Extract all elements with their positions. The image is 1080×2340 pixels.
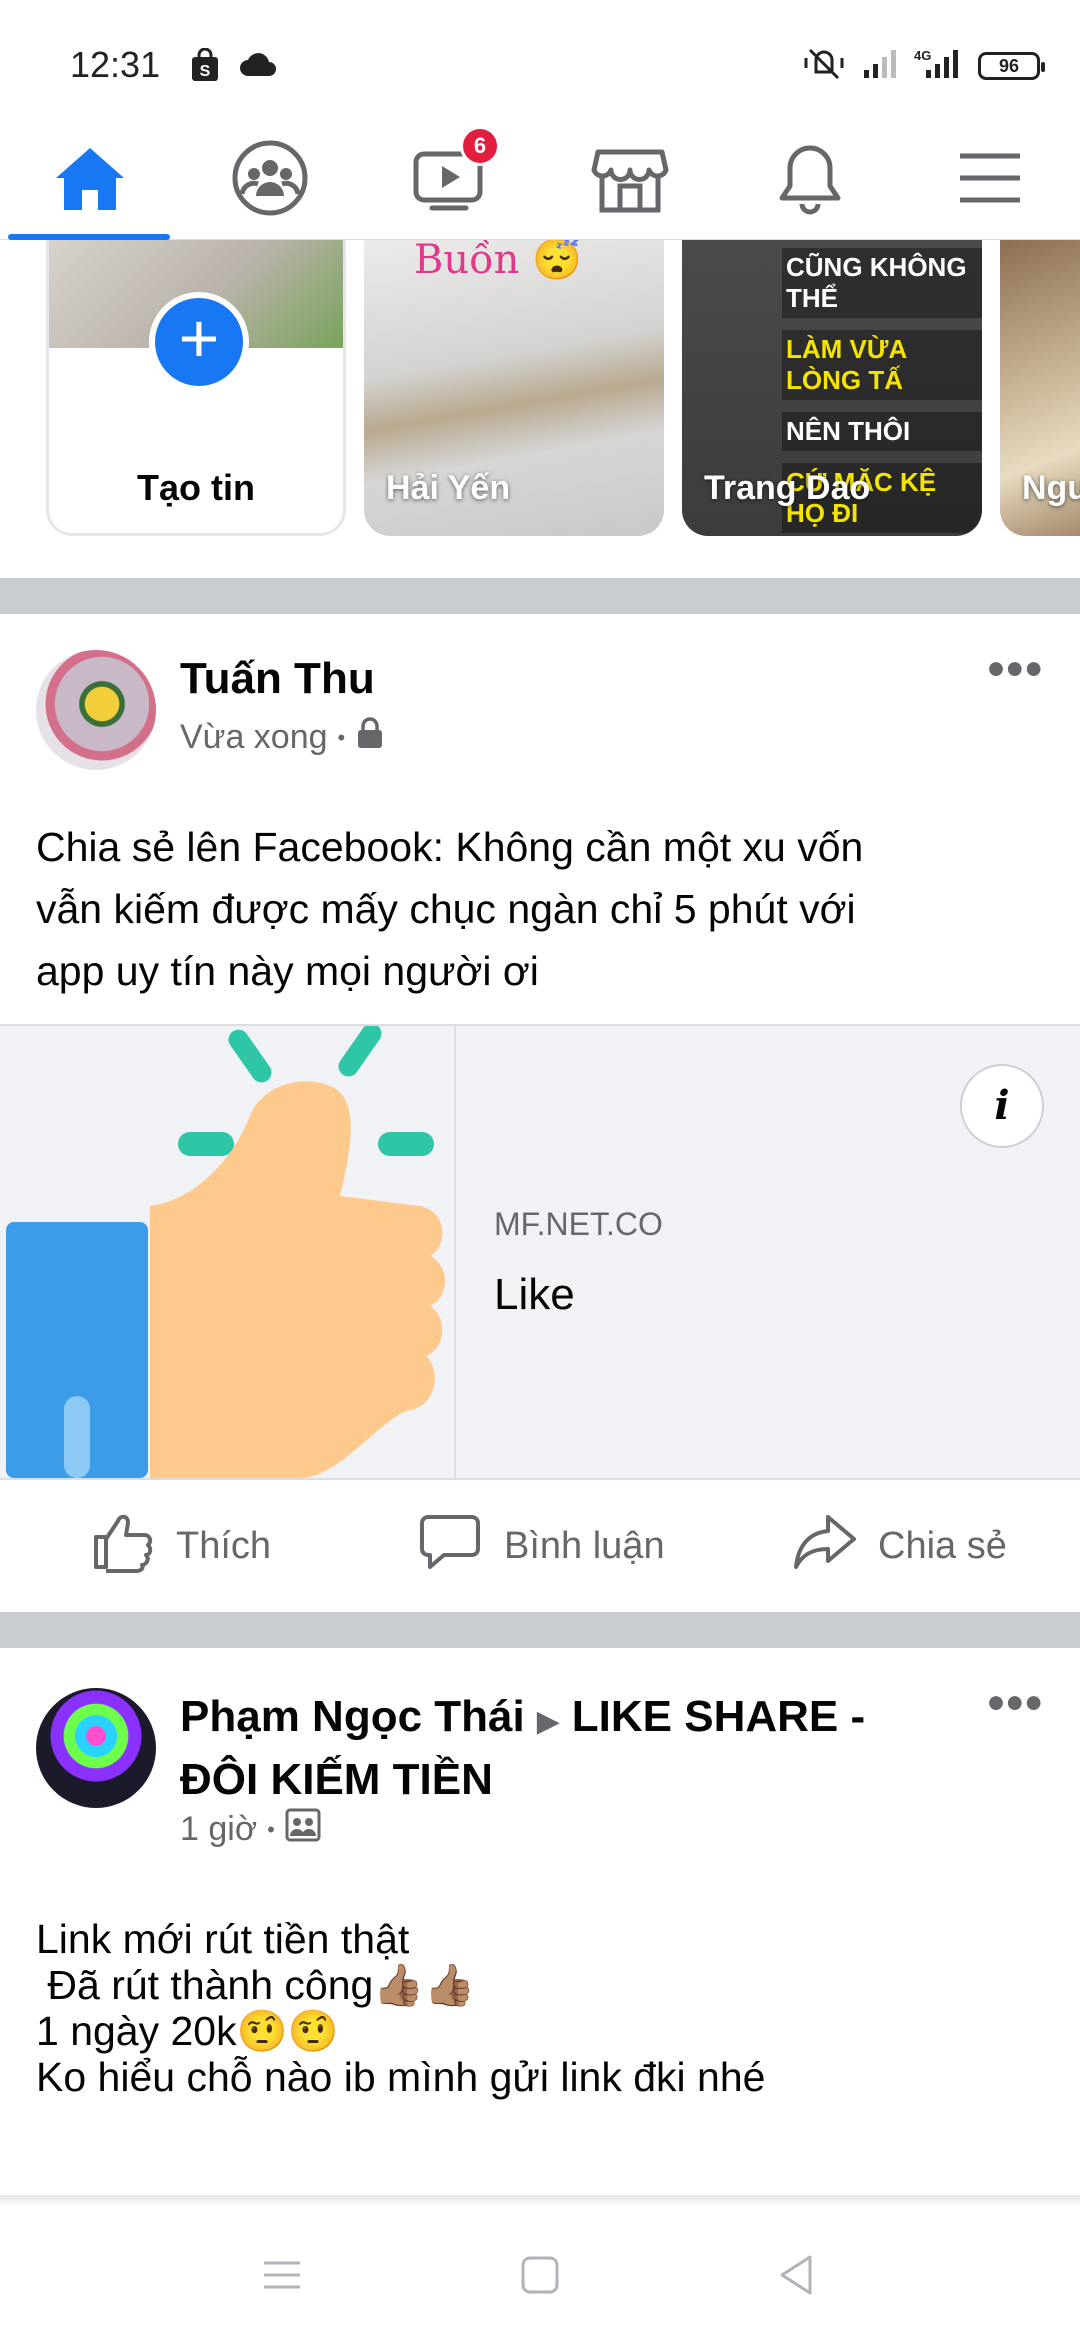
nav-groups[interactable] (180, 120, 360, 240)
story-card[interactable]: Buồn 😴 Hải Yến (364, 240, 664, 536)
post-text-line: vẫn kiếm được mấy chục ngàn chỉ 5 phút v… (36, 886, 856, 932)
story-author-name: Hải Yến (386, 469, 511, 507)
svg-text:S: S (200, 63, 211, 80)
recents-icon[interactable] (252, 2245, 312, 2305)
comment-icon (418, 1509, 482, 1583)
thumbs-up-illustration (6, 1026, 445, 1478)
signal-icon (862, 48, 898, 83)
cloud-icon (238, 52, 278, 83)
post-text-line: Đã rút thành công👍🏽👍🏽 (36, 1962, 476, 2008)
nav-menu[interactable] (900, 120, 1080, 240)
group-name-line2[interactable]: ĐÔI KIẾM TIỀN (180, 1755, 493, 1804)
post-time[interactable]: Vừa xong (180, 718, 328, 757)
post-header: Phạm Ngọc Thái ▶ LIKE SHARE - ĐÔI KIẾM TIỀ… (180, 1688, 1010, 1809)
comment-button[interactable]: Bình luận (418, 1480, 665, 1612)
status-bar: 12:31 S 4G 96 (0, 0, 1080, 120)
groups-icon (230, 138, 310, 223)
post-meta: Vừa xong • (180, 716, 385, 759)
post-text: Link mới rút tiền thật Đã rút thành công… (36, 1916, 1046, 2100)
post-text-line: Link mới rút tiền thật (36, 1916, 410, 1962)
watch-badge: 6 (460, 126, 500, 166)
marketplace-icon (590, 138, 670, 223)
like-button[interactable]: Thích (90, 1480, 271, 1612)
back-icon[interactable] (766, 2245, 826, 2305)
avatar[interactable] (36, 1688, 156, 1808)
status-time: 12:31 (70, 44, 161, 85)
post-text-line: Ko hiểu chỗ nào ib mình gửi link đki nhé (36, 2054, 766, 2100)
nav-home[interactable] (0, 120, 180, 240)
post-more-button[interactable]: ••• (988, 642, 1044, 697)
mute-vibrate-icon (802, 46, 846, 85)
story-caption: Buồn 😴 (414, 240, 582, 283)
feed-post: Phạm Ngọc Thái ▶ LIKE SHARE - ĐÔI KIẾM TIỀ… (0, 1648, 1080, 2195)
stories-tray: + Tạo tin Buồn 😴 Hải Yến CŨNG KHÔNG THỂ … (0, 240, 1080, 578)
nav-marketplace[interactable] (540, 120, 720, 240)
nav-watch[interactable]: 6 (360, 120, 540, 240)
share-label: Chia sẻ (878, 1524, 1007, 1567)
notifications-icon (770, 138, 850, 223)
post-actions: Thích Bình luận Chia sẻ (0, 1480, 1080, 1612)
story-meme-line: NÊN THÔI (782, 412, 982, 451)
story-meme-line: CŨNG KHÔNG THỂ (782, 248, 982, 318)
link-thumbnail (0, 1026, 456, 1478)
post-text-line: Chia sẻ lên Facebook: Không cần một xu v… (36, 824, 864, 870)
post-text: Chia sẻ lên Facebook: Không cần một xu v… (36, 816, 1046, 1002)
4g-signal-icon: 4G (914, 46, 962, 85)
group-privacy-icon (285, 1808, 321, 1851)
post-time[interactable]: 1 giờ (180, 1810, 257, 1849)
home-square-icon[interactable] (510, 2245, 570, 2305)
avatar[interactable] (36, 650, 156, 770)
post-more-button[interactable]: ••• (988, 1676, 1044, 1731)
post-author[interactable]: Tuấn Thu (180, 650, 375, 708)
play-arrow-icon: ▶ (536, 1705, 560, 1738)
menu-icon (950, 138, 1030, 223)
shopping-bag-icon: S (190, 47, 220, 87)
nav-notifications[interactable] (720, 120, 900, 240)
story-card[interactable]: CŨNG KHÔNG THỂ LÀM VỪA LÒNG TẤ NÊN THÔI … (682, 240, 982, 536)
lock-icon (355, 716, 385, 759)
section-divider (0, 578, 1080, 614)
link-domain: MF.NET.CO (494, 1206, 663, 1242)
section-divider (0, 1612, 1080, 1648)
meta-separator: • (267, 1816, 275, 1842)
post-author[interactable]: Phạm Ngọc Thái (180, 1692, 525, 1741)
story-meme-line: LÀM VỪA LÒNG TẤ (782, 330, 982, 400)
top-nav-bar: 6 (0, 120, 1080, 240)
story-card[interactable]: Ngu (1000, 240, 1080, 536)
thumbs-up-icon (90, 1509, 154, 1583)
share-icon (792, 1509, 856, 1583)
home-icon (50, 138, 130, 223)
system-navigation-bar (0, 2205, 1080, 2340)
share-button[interactable]: Chia sẻ (792, 1480, 1007, 1612)
link-title: Like (494, 1270, 575, 1319)
battery-icon: 96 (978, 51, 1045, 80)
group-name[interactable]: LIKE SHARE - (572, 1692, 865, 1741)
create-story-label: Tạo tin (137, 467, 255, 508)
comment-label: Bình luận (504, 1524, 665, 1567)
story-author-name: Ngu (1022, 469, 1080, 507)
link-preview-card[interactable]: MF.NET.CO Like i (0, 1024, 1080, 1480)
post-text-line: app uy tín này mọi người ơi (36, 948, 539, 994)
like-label: Thích (176, 1524, 272, 1567)
meta-separator: • (337, 724, 346, 750)
create-story-card[interactable]: + Tạo tin (46, 240, 346, 536)
post-meta: 1 giờ • (180, 1808, 321, 1851)
post-text-line: 1 ngày 20k🤨🤨 (36, 2008, 339, 2054)
plus-icon: + (149, 292, 249, 392)
info-icon[interactable]: i (960, 1064, 1044, 1148)
svg-text:4G: 4G (914, 48, 931, 63)
story-author-name: Trang Dao (704, 469, 871, 507)
